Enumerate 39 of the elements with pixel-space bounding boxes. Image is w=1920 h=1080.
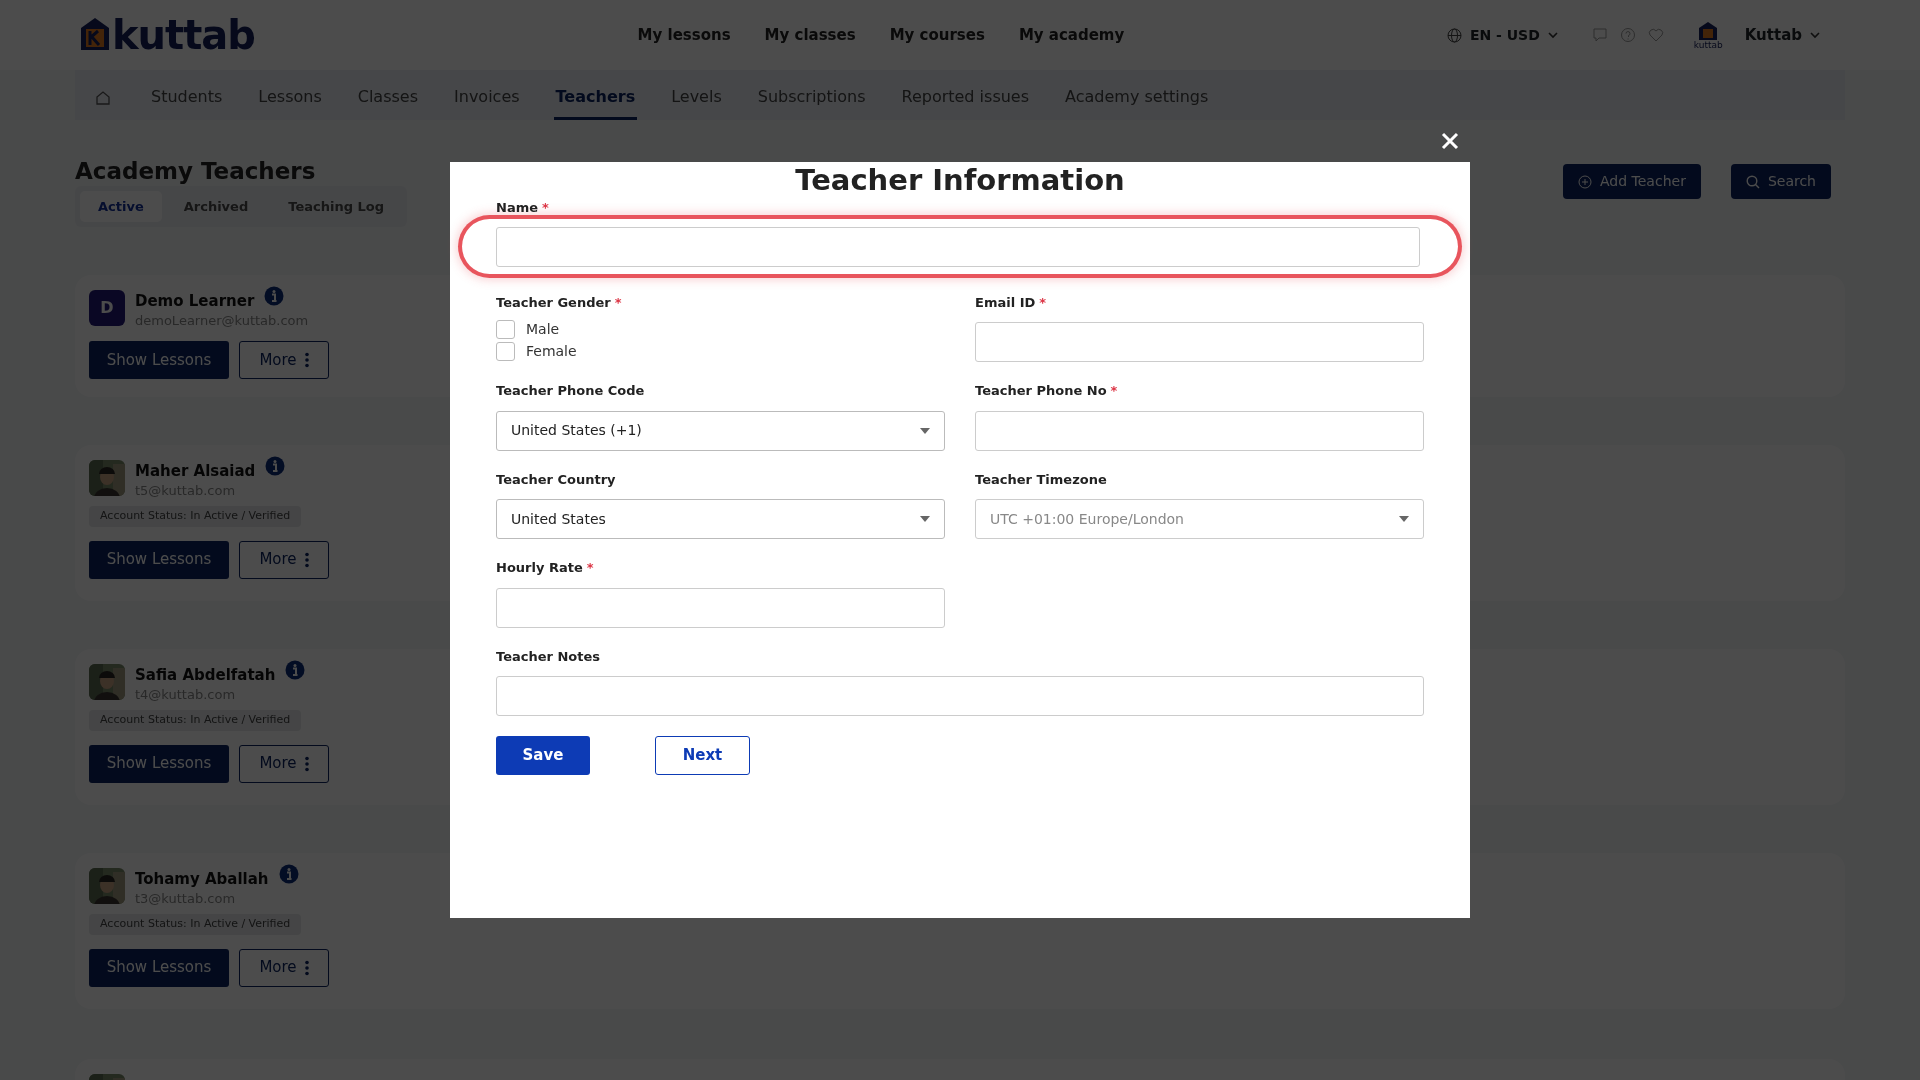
nav-link[interactable]: My academy [1018,23,1125,47]
caret-down-icon [920,427,930,434]
teacher-name: Demo Learner [135,291,255,313]
field-label: Teacher Gender * [496,293,623,312]
caret-down-icon [920,516,930,522]
teacher-name: Tohamy Aballah [135,869,269,891]
modal-title: Teacher Information [794,162,1126,198]
caret-down-icon [1399,516,1409,522]
select-dropdown[interactable]: United States (+1) [496,410,945,451]
field-label: Hourly Rate * [496,559,595,577]
logo-text: kuttab [112,15,255,55]
locale-dropdown[interactable]: EN - USD [1446,24,1558,46]
input-field[interactable] [496,587,945,628]
field-label: Email ID * [975,293,1048,312]
nav-link[interactable]: My lessons [637,23,731,47]
field-label: Name * [496,199,550,217]
field-label: Teacher Phone Code [496,382,646,400]
nav-link[interactable]: My classes [764,23,856,47]
user-menu[interactable]: Kuttab [1744,23,1820,47]
input-field[interactable] [496,226,1420,267]
field-label: Teacher Phone No * [975,382,1119,400]
teacher-name: Maher Alsaiad [135,461,256,483]
close-icon [1440,131,1460,151]
checkbox-option[interactable]: Male [496,318,945,340]
save-button[interactable]: Save [496,736,590,775]
page-title: Academy Teachers [75,158,317,186]
select-dropdown[interactable]: United States [496,499,945,539]
nav-link[interactable]: My courses [889,23,985,47]
logo-caption: kuttab [1693,40,1723,50]
input-field[interactable] [496,676,1424,716]
field-label: Teacher Country [496,470,617,489]
next-button[interactable]: Next [655,736,750,775]
input-field[interactable] [975,410,1424,451]
input-field[interactable] [975,322,1424,362]
checkbox-option[interactable]: Female [496,340,945,362]
field-label: Teacher Notes [496,647,602,666]
teacher-name: Safia Abdelfatah [135,665,276,687]
field-label: Teacher Timezone [975,470,1108,489]
nav-tab[interactable]: Teachers [553,75,638,120]
